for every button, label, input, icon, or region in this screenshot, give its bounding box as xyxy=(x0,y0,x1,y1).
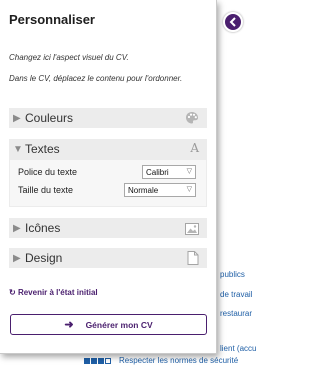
generate-label: Générer mon CV xyxy=(85,319,153,330)
chevron-down-icon: ▽ xyxy=(186,186,192,193)
cv-skill-row: Respecter les normes de sécurité xyxy=(84,356,238,365)
chevron-down-icon: ▽ xyxy=(186,168,192,175)
police-label: Police du texte xyxy=(18,167,78,177)
skill-level-square xyxy=(98,357,104,364)
taille-select[interactable]: Normale ▽ xyxy=(124,183,196,197)
section-textes[interactable]: ▼ Textes A xyxy=(9,139,207,159)
textes-options: Police du texte Calibri ▽ Taille du text… xyxy=(9,159,207,207)
section-label: Textes xyxy=(25,142,60,156)
panel-hint: Dans le CV, déplacez le contenu pour l'o… xyxy=(9,74,183,83)
document-icon xyxy=(187,251,199,270)
police-value: Calibri xyxy=(146,167,169,177)
cv-background-text: publics xyxy=(220,270,245,279)
reset-icon: ↻ xyxy=(9,288,16,297)
reset-link[interactable]: ↻ Revenir à l'état initial xyxy=(9,288,98,297)
skill-level-square xyxy=(91,357,97,364)
cv-background-text: restaurar xyxy=(220,309,253,318)
taille-label: Taille du texte xyxy=(18,185,74,195)
cv-background-text: de travail xyxy=(220,290,253,299)
arrow-right-icon: ➜ xyxy=(64,319,74,331)
section-design[interactable]: ▶ Design xyxy=(9,248,207,268)
font-icon: A xyxy=(190,141,199,155)
cv-skill-text: Respecter les normes de sécurité xyxy=(119,356,239,365)
panel-title: Personnaliser xyxy=(9,12,95,27)
collapse-panel-button[interactable] xyxy=(223,12,243,32)
section-label: Design xyxy=(25,251,63,265)
police-select[interactable]: Calibri ▽ xyxy=(142,165,196,179)
cv-background-text: lient (accu xyxy=(220,344,257,353)
collapsed-arrow-icon: ▶ xyxy=(13,112,21,124)
image-icon xyxy=(185,222,199,240)
section-couleurs[interactable]: ▶ Couleurs xyxy=(9,108,207,128)
generate-cv-button[interactable]: ➜ Générer mon CV xyxy=(10,314,207,335)
section-label: Icônes xyxy=(25,221,61,235)
skill-level-square xyxy=(84,357,90,364)
skill-level-square xyxy=(105,357,111,364)
collapsed-arrow-icon: ▶ xyxy=(13,222,21,234)
expanded-arrow-icon: ▼ xyxy=(13,143,23,155)
section-label: Couleurs xyxy=(25,111,74,125)
customize-panel: Personnaliser Changez ici l'aspect visue… xyxy=(0,0,217,354)
chevron-left-icon xyxy=(229,17,237,27)
palette-icon xyxy=(185,111,199,130)
taille-value: Normale xyxy=(128,185,159,195)
collapsed-arrow-icon: ▶ xyxy=(13,252,21,264)
panel-hint: Changez ici l'aspect visuel du CV. xyxy=(9,53,129,62)
section-icones[interactable]: ▶ Icônes xyxy=(9,218,207,238)
